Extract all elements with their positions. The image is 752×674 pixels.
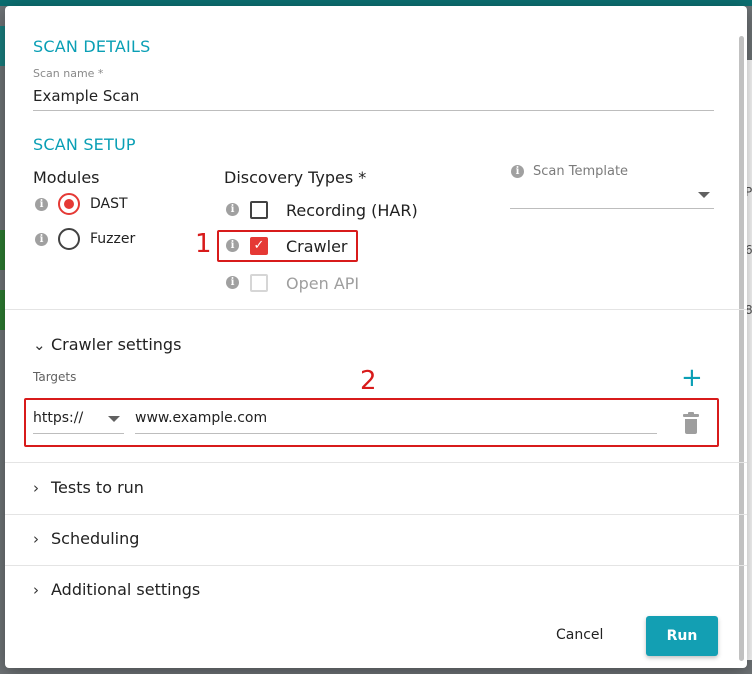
plus-icon[interactable]: + [681,365,703,391]
chevron-right-icon: › [33,530,39,548]
scrollbar[interactable] [739,36,744,661]
additional-settings-header[interactable]: › Additional settings [33,580,200,599]
protocol-select[interactable]: https:// [33,406,124,434]
target-url-input[interactable]: www.example.com [135,406,657,434]
annotation-number-1: 1 [195,229,212,259]
info-icon[interactable]: i [35,198,48,211]
open-api-label[interactable]: Open API [286,274,359,293]
divider [5,514,747,515]
dast-radio[interactable] [58,193,80,215]
scan-template-select[interactable] [510,182,714,209]
tests-to-run-title: Tests to run [51,478,144,497]
fuzzer-label[interactable]: Fuzzer [90,231,135,247]
additional-settings-title: Additional settings [51,580,201,599]
scheduling-header[interactable]: › Scheduling [33,529,139,548]
target-url-value: www.example.com [135,410,268,426]
tests-to-run-header[interactable]: › Tests to run [33,478,144,497]
chevron-right-icon: › [33,479,39,497]
scan-name-label: Scan name * [33,67,104,80]
crawler-settings-header[interactable]: ⌄ Crawler settings [33,335,181,354]
divider [5,462,747,463]
annotation-number-2: 2 [360,366,377,396]
discovery-types-label: Discovery Types * [224,168,367,187]
scan-setup-title: SCAN SETUP [33,135,136,154]
dast-label[interactable]: DAST [90,196,128,212]
run-button[interactable]: Run [646,616,718,656]
scan-template-label: Scan Template [533,164,629,179]
scan-details-title: SCAN DETAILS [33,37,151,56]
recording-har-checkbox[interactable] [250,201,268,219]
divider [5,309,747,310]
fuzzer-radio[interactable] [58,228,80,250]
recording-har-label[interactable]: Recording (HAR) [286,201,418,220]
modules-label: Modules [33,168,100,187]
crawler-settings-title: Crawler settings [51,335,182,354]
protocol-value: https:// [33,410,84,426]
open-api-checkbox[interactable] [250,274,268,292]
chevron-down-icon: ⌄ [33,336,46,354]
info-icon[interactable]: i [226,276,239,289]
scan-name-input[interactable]: Example Scan [33,84,714,111]
trash-icon[interactable] [683,412,699,434]
annotation-box-1 [217,230,358,262]
divider [5,565,747,566]
cancel-button[interactable]: Cancel [556,627,603,643]
new-scan-dialog: SCAN DETAILS Scan name * Example Scan SC… [5,6,747,668]
targets-label: Targets [33,370,77,384]
chevron-right-icon: › [33,581,39,599]
info-icon[interactable]: i [35,233,48,246]
scheduling-title: Scheduling [51,529,140,548]
dropdown-arrow-icon [108,416,120,422]
info-icon[interactable]: i [511,165,524,178]
scan-name-value: Example Scan [33,87,140,105]
info-icon[interactable]: i [226,203,239,216]
dropdown-arrow-icon [698,192,710,198]
